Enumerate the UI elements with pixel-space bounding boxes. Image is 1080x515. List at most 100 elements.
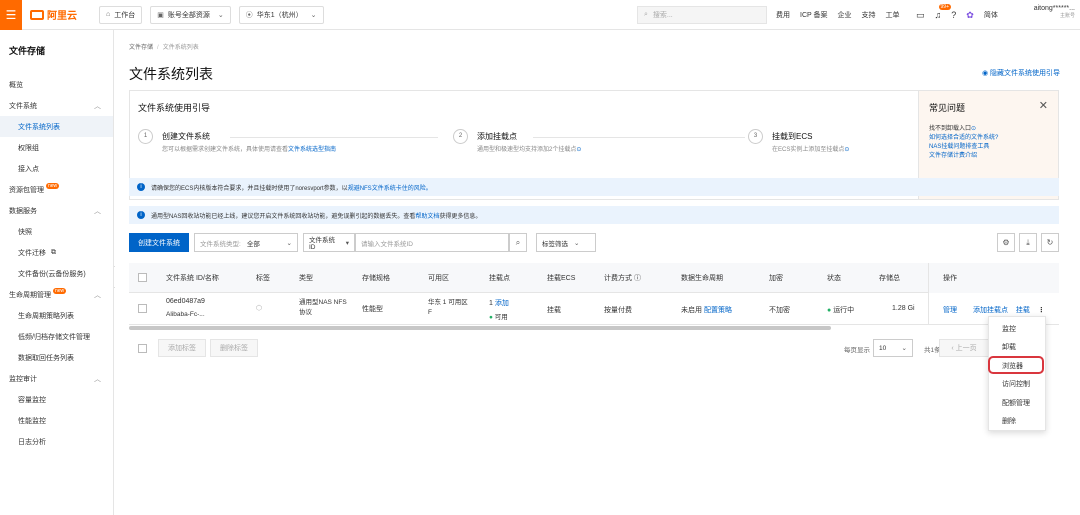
per-page-select[interactable]: 10 ⌄: [873, 339, 913, 357]
sidebar-item-lifecycle-policies[interactable]: 生命周期策略列表: [0, 305, 113, 326]
refresh-icon[interactable]: ↻: [1041, 233, 1059, 252]
menu-item-monitor[interactable]: 监控: [1002, 324, 1016, 334]
settings-icon[interactable]: ⚙: [997, 233, 1015, 252]
hide-guide-link[interactable]: ◉ 隐藏文件系统使用引导: [982, 68, 1060, 78]
user-menu[interactable]: aitong******... 主账号: [1027, 5, 1075, 19]
mount-ecs-link[interactable]: 挂载: [547, 305, 561, 315]
col-lifecycle: 数据生命周期: [681, 275, 723, 282]
faq-link-billing[interactable]: 文件存储计费介绍: [929, 150, 977, 159]
col-spec: 存储规格: [362, 275, 390, 282]
global-search-input[interactable]: ⌕ 搜索...: [637, 6, 767, 24]
link-ticket[interactable]: 工单: [886, 10, 900, 20]
terminal-icon[interactable]: ▭: [916, 10, 925, 21]
prev-page-button[interactable]: ‹ 上一页: [939, 339, 989, 357]
external-link-icon: ⧉: [51, 248, 56, 256]
bell-icon[interactable]: ♫ 99+: [935, 4, 951, 20]
workbench-button[interactable]: ⌂ 工作台: [99, 5, 143, 24]
faq-link-mount-troubleshoot[interactable]: NAS挂载问题排查工具: [929, 141, 989, 150]
aliyun-logo[interactable]: 阿里云: [30, 7, 77, 22]
ai-assistant-icon[interactable]: ✿: [966, 10, 974, 21]
faq-link-unmount[interactable]: 找不到卸载入口⊙: [929, 123, 976, 132]
fs-selection-guide-link[interactable]: 文件系统选型指南: [288, 147, 336, 153]
sidebar-item-snapshot[interactable]: 快照: [0, 221, 113, 242]
link-icp[interactable]: ICP 备案: [800, 10, 828, 20]
new-badge: new: [46, 182, 60, 189]
search-field-select[interactable]: 文件系统ID ▾: [303, 233, 355, 252]
account-selector[interactable]: ▣ 账号全部资源 ⌄: [150, 5, 231, 24]
help-icon[interactable]: ⊙: [576, 147, 581, 153]
mount-link[interactable]: 挂载: [1016, 307, 1030, 314]
filesystem-id-search-input[interactable]: 请输入文件系统ID: [355, 233, 509, 252]
help-icon[interactable]: ⊙: [844, 147, 849, 153]
add-tag-button[interactable]: 添加标签: [158, 339, 206, 357]
sidebar-group-filesystem[interactable]: 文件系统 ︿: [0, 95, 113, 116]
menu-item-unmount[interactable]: 卸载: [1002, 342, 1016, 352]
row-checkbox[interactable]: [138, 304, 147, 313]
sidebar-item-performance-monitor[interactable]: 性能监控: [0, 410, 113, 431]
more-icon[interactable]: ⋮: [1038, 307, 1045, 314]
sidebar-item-retrieval-tasks[interactable]: 数据取回任务列表: [0, 347, 113, 368]
sidebar-item-ia-archive[interactable]: 低频/归档存储文件管理: [0, 326, 113, 347]
region-selector[interactable]: ⦿ 华东1（杭州） ⌄: [238, 5, 324, 24]
encryption: 不加密: [769, 307, 790, 314]
user-role: 主账号: [1059, 13, 1075, 19]
sidebar-item-log-analysis[interactable]: 日志分析: [0, 431, 113, 452]
sidebar: 文件存储 概览 文件系统 ︿ 文件系统列表 权限组 接入点 资源包管理 new 数据…: [0, 30, 114, 515]
sidebar-group-lifecycle[interactable]: 生命周期管理 new ︿: [0, 284, 113, 305]
download-icon[interactable]: ⤓: [1019, 233, 1037, 252]
chevron-up-icon: ︿: [94, 207, 101, 215]
notice-link-help-doc[interactable]: 帮助文档: [415, 211, 439, 220]
table-footer: 添加标签 删除标签 每页显示 10 ⌄ 共1条 ‹ 上一页: [129, 339, 1059, 358]
col-mount-point: 挂载点: [489, 275, 510, 282]
footer-select-all-checkbox[interactable]: [138, 344, 147, 353]
sidebar-item-filesystem-list[interactable]: 文件系统列表: [0, 116, 113, 137]
remove-tag-button[interactable]: 删除标签: [210, 339, 258, 357]
sidebar-item-access-point[interactable]: 接入点: [0, 158, 113, 179]
step-desc: 通用型和极速型均支持添加2个挂载点⊙: [477, 147, 582, 153]
notice-link-nfs-risk[interactable]: 规避NFS文件系统卡住的风险。: [348, 183, 432, 192]
manage-link[interactable]: 管理: [943, 307, 957, 314]
sidebar-group-data-service[interactable]: 数据服务 ︿: [0, 200, 113, 221]
language-switch[interactable]: 简体: [984, 10, 998, 20]
tag-icon[interactable]: ⬡: [256, 304, 262, 312]
menu-item-quota[interactable]: 配额管理: [1002, 398, 1030, 408]
menu-icon[interactable]: ☰: [0, 0, 22, 30]
select-all-checkbox[interactable]: [138, 273, 147, 282]
col-encrypt: 加密: [769, 275, 783, 282]
filesystem-id-link[interactable]: 06ed0487a9: [166, 298, 205, 305]
horizontal-scrollbar[interactable]: [129, 326, 831, 330]
highlight-box: [988, 356, 1044, 374]
faq-link-choose-fs[interactable]: 如何选择合适的文件系统?: [929, 132, 998, 141]
notice-kernel: i 请确保您的ECS内核版本符合要求，并且挂载时使用了noresvport参数，…: [129, 178, 1059, 196]
sidebar-item-capacity-monitor[interactable]: 容量监控: [0, 389, 113, 410]
step-desc: 您可以根据需求创建文件系统，具体使用请查看文件系统选型指南: [162, 147, 337, 153]
create-filesystem-button[interactable]: 创建文件系统: [129, 233, 189, 252]
home-icon: ⌂: [106, 11, 111, 18]
help-icon[interactable]: ⓘ: [634, 275, 641, 282]
breadcrumb-root[interactable]: 文件存储: [129, 45, 153, 51]
user-name: aitong******...: [1033, 5, 1075, 12]
sidebar-item-migration[interactable]: 文件迁移 ⧉: [0, 242, 113, 263]
configure-policy-link[interactable]: 配置策略: [704, 307, 732, 314]
close-icon[interactable]: ✕: [1039, 99, 1048, 112]
link-support[interactable]: 支持: [862, 10, 876, 20]
sidebar-item-permission-group[interactable]: 权限组: [0, 137, 113, 158]
sidebar-item-overview[interactable]: 概览: [0, 74, 113, 95]
link-fees[interactable]: 费用: [776, 10, 790, 20]
menu-item-access-control[interactable]: 访问控制: [1002, 379, 1030, 389]
search-button[interactable]: ⌕: [509, 233, 527, 252]
guide-step-2: 2 添加挂载点 通用型和极速型均支持添加2个挂载点⊙: [453, 127, 753, 159]
chevron-left-icon: ‹: [951, 344, 954, 352]
sidebar-group-monitoring[interactable]: 监控审计 ︿: [0, 368, 113, 389]
tag-filter-select[interactable]: 标签筛选 ⌄: [536, 233, 596, 252]
col-mount-ecs: 挂载ECS: [547, 275, 576, 282]
chevron-up-icon: ︿: [94, 375, 101, 383]
add-mount-point-link[interactable]: 添加挂载点: [973, 307, 1008, 314]
sidebar-item-package[interactable]: 资源包管理 new: [0, 179, 113, 200]
link-enterprise[interactable]: 企业: [838, 10, 852, 20]
menu-item-delete[interactable]: 删除: [1002, 416, 1016, 426]
filesystem-type-select[interactable]: 文件系统类型: 全部 ⌄: [194, 233, 298, 252]
add-mount-link[interactable]: 添加: [495, 300, 509, 307]
sidebar-item-backup[interactable]: 文件备份(云备份服务): [0, 263, 113, 284]
help-icon[interactable]: ?: [951, 10, 956, 20]
